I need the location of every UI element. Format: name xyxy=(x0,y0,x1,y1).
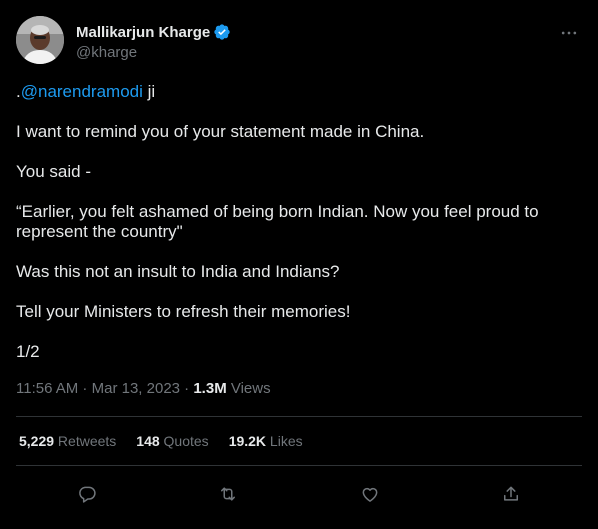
user-handle[interactable]: @kharge xyxy=(76,44,137,61)
stat-label: Likes xyxy=(266,433,303,449)
tweet-card: Mallikarjun Kharge @kharge .@narendramod… xyxy=(0,0,598,529)
tweet-line: I want to remind you of your statement m… xyxy=(16,122,425,141)
mention-suffix: ji xyxy=(142,82,156,101)
stat-quotes[interactable]: 148 Quotes xyxy=(136,433,208,449)
stat-retweets[interactable]: 5,229 Retweets xyxy=(19,433,116,449)
stat-count: 148 xyxy=(136,433,160,449)
action-bar xyxy=(16,480,582,508)
avatar-image xyxy=(16,16,64,64)
display-name[interactable]: Mallikarjun Kharge xyxy=(76,24,210,41)
tweet-line: Was this not an insult to India and Indi… xyxy=(16,262,340,281)
tweet-header: Mallikarjun Kharge @kharge xyxy=(16,16,582,68)
divider xyxy=(16,465,582,466)
meta-separator: · xyxy=(180,380,194,397)
tweet-quote: “Earlier, you felt ashamed of being born… xyxy=(16,202,539,241)
tweet-text: .@narendramodi ji I want to remind you o… xyxy=(16,82,582,382)
meta-separator: · xyxy=(78,380,92,397)
more-options-icon[interactable] xyxy=(558,22,580,44)
thread-counter: 1/2 xyxy=(16,342,40,361)
tweet-stats: 5,229 Retweets 148 Quotes 19.2K Likes xyxy=(19,433,303,449)
stat-likes[interactable]: 19.2K Likes xyxy=(229,433,303,449)
stat-count: 19.2K xyxy=(228,433,267,449)
verified-badge-icon xyxy=(213,23,231,41)
mention-link[interactable]: @narendramodi xyxy=(21,82,143,101)
divider xyxy=(16,416,582,417)
retweet-icon[interactable] xyxy=(214,480,242,508)
stat-label: Retweets xyxy=(54,433,117,449)
views-label: Views xyxy=(226,380,271,397)
tweet-line-mention: .@narendramodi ji xyxy=(16,82,582,102)
tweet-date[interactable]: Mar 13, 2023 xyxy=(92,380,180,397)
avatar[interactable] xyxy=(16,16,64,64)
like-icon[interactable] xyxy=(356,480,384,508)
reply-icon[interactable] xyxy=(73,480,101,508)
tweet-line: Tell your Ministers to refresh their mem… xyxy=(16,302,351,321)
tweet-meta: 11:56 AM · Mar 13, 2023 · 1.3M Views xyxy=(16,380,271,397)
stat-count: 5,229 xyxy=(19,433,55,449)
share-icon[interactable] xyxy=(497,480,525,508)
views-count: 1.3M xyxy=(193,380,227,397)
tweet-line: You said - xyxy=(16,162,91,181)
name-row: Mallikarjun Kharge xyxy=(76,23,231,41)
tweet-time[interactable]: 11:56 AM xyxy=(16,380,78,397)
stat-label: Quotes xyxy=(159,433,209,449)
